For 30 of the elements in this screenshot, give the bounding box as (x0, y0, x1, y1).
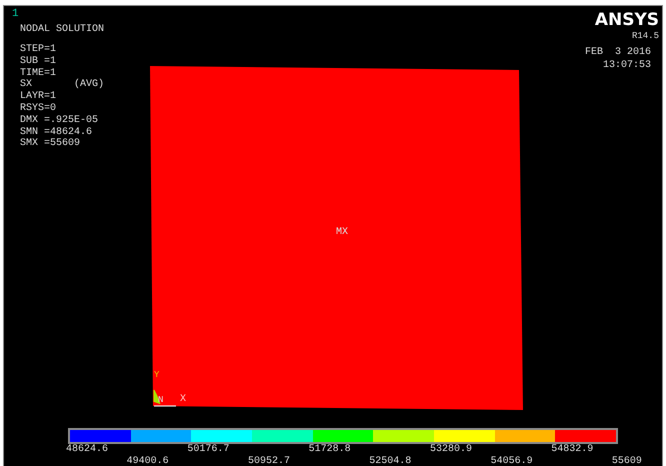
info-line: RSYS=0 (20, 102, 56, 115)
info-note: (AVG) (74, 79, 104, 92)
legend-value: 48624.6 (66, 444, 110, 456)
info-line: SMX =55609 (20, 138, 80, 150)
axis-label: X (180, 394, 186, 405)
window-number: 1 (12, 8, 19, 20)
info-line: SMN =48624.6 (20, 126, 92, 138)
info-line: TIME=1 (20, 68, 56, 79)
node-label: N (158, 395, 164, 405)
legend-value: 55609 (612, 456, 643, 466)
legend-value: 51728.8 (308, 444, 352, 456)
legend-value: 49400.6 (126, 456, 170, 466)
info-line: SX (20, 79, 32, 91)
plot-title: NODAL SOLUTION (20, 24, 104, 35)
legend-value: 54056.9 (490, 456, 534, 466)
legend-value: 54832.9 (551, 444, 594, 456)
legend-value: 50176.7 (187, 444, 230, 456)
legend-value: 52504.8 (369, 456, 412, 466)
legend-value: 53280.9 (430, 444, 473, 456)
date: FEB 3 2016 (584, 46, 651, 59)
info-line: SUB =1 (20, 56, 56, 68)
version: R14.5 (632, 30, 659, 42)
max-label: MX (336, 227, 348, 238)
info-line: STEP=1 (20, 44, 56, 56)
time: 13:07:53 (602, 59, 651, 72)
axis-label: Y (154, 370, 160, 380)
info-line: DMX =.925E-05 (20, 114, 98, 127)
info-line: LAYR=1 (20, 91, 56, 103)
logo: ANSYS (594, 10, 659, 30)
legend-value: 50952.7 (248, 456, 291, 466)
